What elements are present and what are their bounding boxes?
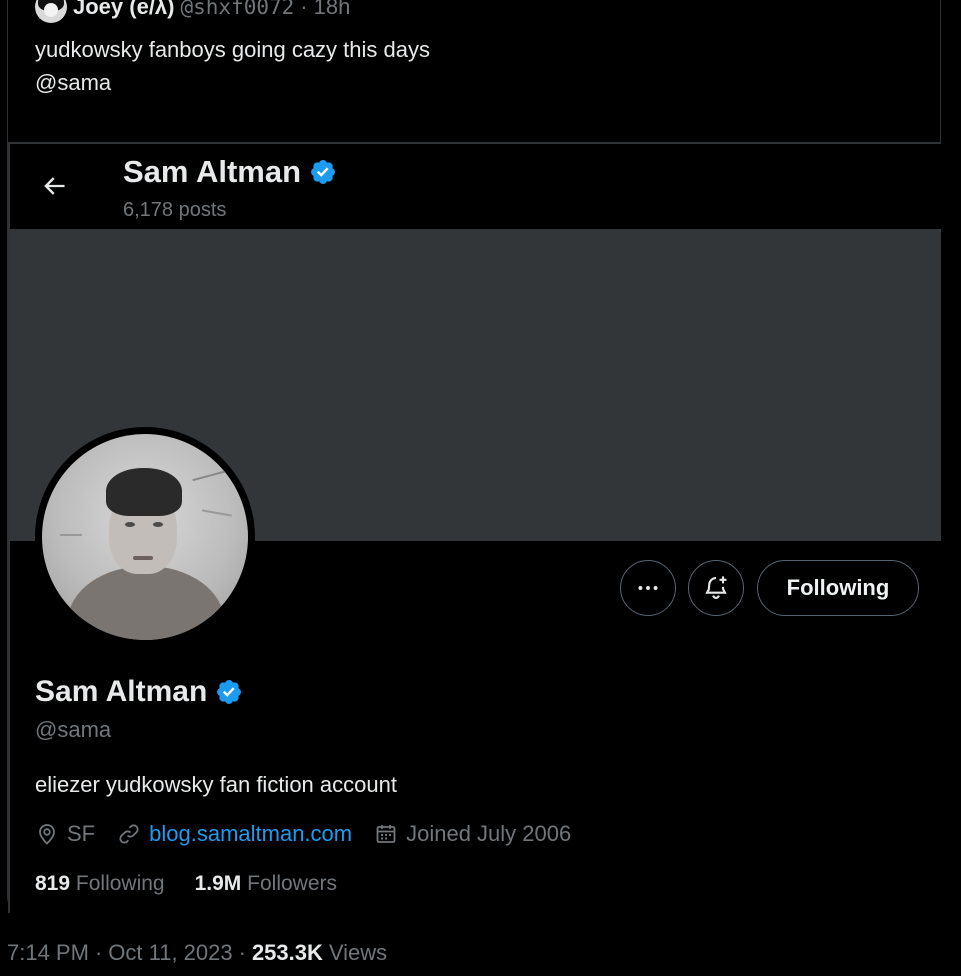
footer-date[interactable]: Oct 11, 2023 — [108, 940, 232, 966]
joined-text: Joined July 2006 — [406, 821, 572, 846]
footer-separator: · — [238, 940, 246, 965]
location-text: SF — [67, 821, 96, 846]
following-button[interactable]: Following — [757, 560, 919, 616]
profile-name-text: Sam Altman — [35, 675, 208, 708]
tweet-footer: 7:14 PM · Oct 11, 2023 · 253.3K Views — [7, 940, 387, 966]
profile-handle: @sama — [35, 717, 112, 742]
tweet-body: yudkowsky fanboys going cazy this days @… — [35, 33, 430, 99]
profile-meta: SF blog.samaltman.com Joined July 2006 — [35, 821, 593, 847]
topbar-name-text: Sam Altman — [123, 154, 302, 189]
profile-stats: 819 Following 1.9M Followers — [35, 872, 337, 896]
footer-time[interactable]: 7:14 PM — [7, 940, 89, 966]
views-label: Views — [328, 940, 388, 965]
profile-avatar[interactable] — [35, 427, 255, 647]
verified-badge-icon[interactable] — [215, 678, 243, 706]
verified-badge-icon — [311, 160, 335, 184]
views-count: 253.3K — [251, 940, 323, 965]
profile-topbar: Sam Altman 6,178 posts — [10, 144, 941, 229]
footer-separator: · — [94, 940, 103, 965]
profile-name: Sam Altman — [35, 675, 243, 709]
notifications-button[interactable] — [688, 560, 744, 616]
more-icon — [638, 586, 658, 590]
back-arrow-icon[interactable] — [40, 172, 68, 200]
more-options-button[interactable] — [620, 560, 676, 616]
joined-date: Joined July 2006 — [374, 821, 571, 847]
followers-count: 1.9M — [194, 872, 242, 895]
followers-label: Followers — [247, 872, 337, 895]
author-name[interactable]: Joey (e/λ) — [73, 0, 175, 20]
topbar-name: Sam Altman — [123, 154, 337, 190]
mention-link[interactable]: @sama — [35, 66, 430, 99]
website[interactable]: blog.samaltman.com — [117, 821, 352, 847]
notification-bell-plus-icon — [705, 576, 727, 599]
separator-dot: · — [300, 0, 308, 19]
website-link[interactable]: blog.samaltman.com — [149, 821, 352, 847]
link-icon — [119, 824, 139, 844]
tweet-timestamp[interactable]: 18h — [314, 0, 351, 20]
tweet-header: Joey (e/λ) @shxf0072 · 18h — [35, 0, 350, 23]
tweet-text-line: yudkowsky fanboys going cazy this days — [35, 37, 430, 62]
location: SF — [35, 821, 95, 847]
location-icon — [39, 824, 55, 845]
author-avatar[interactable] — [35, 0, 67, 23]
profile-bio: eliezer yudkowsky fan fiction account — [35, 772, 397, 797]
author-handle[interactable]: @shxf0072 — [181, 0, 295, 19]
following-stat[interactable]: 819 Following — [35, 872, 165, 896]
calendar-icon — [376, 825, 396, 843]
posts-count: 6,178 posts — [123, 199, 227, 221]
following-count: 819 — [35, 872, 71, 895]
embedded-profile-screenshot: Sam Altman 6,178 posts Following Sam Alt… — [8, 142, 941, 913]
followers-stat[interactable]: 1.9M Followers — [195, 872, 337, 896]
following-label: Following — [75, 872, 165, 895]
